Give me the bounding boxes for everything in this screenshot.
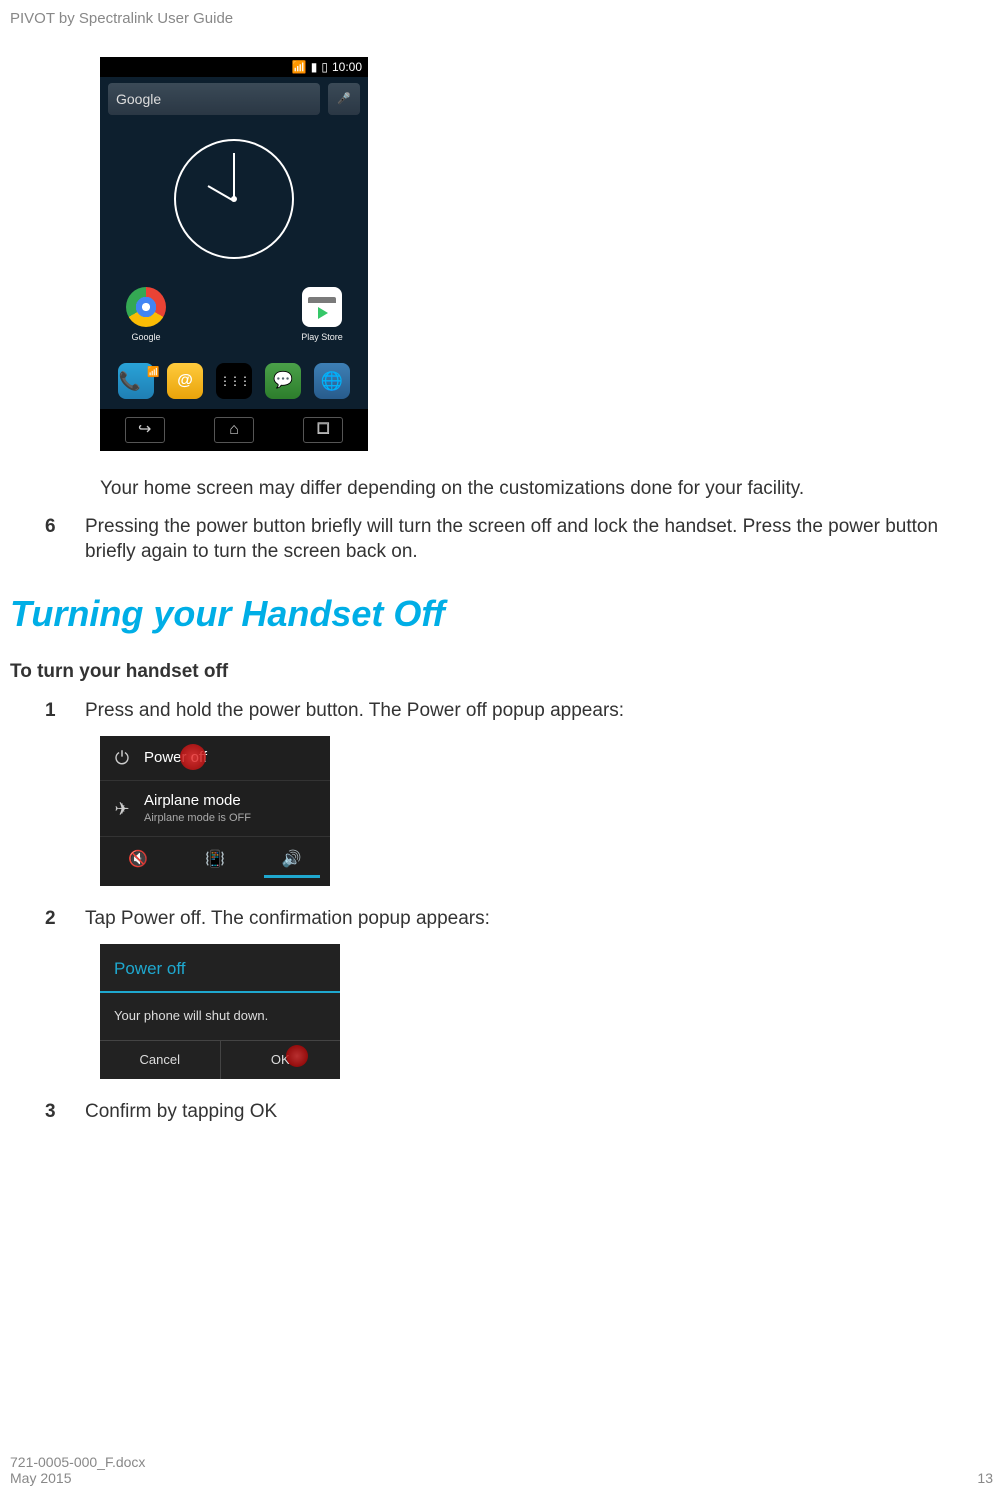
cancel-button[interactable]: Cancel <box>100 1041 221 1079</box>
app-playstore[interactable]: Play Store <box>296 287 348 343</box>
footer-left: 721-0005-000_F.docx May 2015 <box>10 1454 145 1486</box>
section-subheading: To turn your handset off <box>10 659 983 685</box>
step-1-text: Press and hold the power button. The Pow… <box>85 698 983 724</box>
airplane-mode-status: Airplane mode is OFF <box>144 811 251 826</box>
dock-phone[interactable] <box>116 363 156 399</box>
wifi-icon: 📶 <box>292 59 307 75</box>
chrome-icon <box>126 287 166 327</box>
signal-icon: ▮ <box>311 59 318 75</box>
power-menu-figure: ⏻ Power off ✈ Airplane mode Airplane mod… <box>100 736 330 886</box>
airplane-mode-row[interactable]: ✈ Airplane mode Airplane mode is OFF <box>100 781 330 837</box>
sound-vibrate-button[interactable]: 📳 <box>187 845 243 878</box>
dock-apps[interactable] <box>214 363 254 399</box>
nav-back-button[interactable] <box>125 417 165 443</box>
power-off-row[interactable]: ⏻ Power off <box>100 736 330 781</box>
play-store-icon <box>302 287 342 327</box>
status-bar: 📶 ▮ ▯ 10:00 <box>100 57 368 77</box>
airplane-icon: ✈ <box>112 797 132 821</box>
dock-browser[interactable] <box>312 363 352 399</box>
google-search-pill[interactable]: Google <box>108 83 320 115</box>
mail-icon <box>167 363 203 399</box>
airplane-mode-label: Airplane mode <box>144 791 251 811</box>
nav-home-button[interactable] <box>214 417 254 443</box>
ok-button[interactable]: OK <box>221 1041 341 1079</box>
dock-messaging[interactable] <box>263 363 303 399</box>
step-number-1: 1 <box>45 698 65 724</box>
footer-date: May 2015 <box>10 1470 145 1486</box>
app-playstore-label: Play Store <box>301 331 343 343</box>
clock-widget[interactable] <box>174 139 294 259</box>
footer-page: 13 <box>977 1470 993 1486</box>
apps-drawer-icon <box>216 363 252 399</box>
mic-icon: 🎤 <box>337 92 351 107</box>
vibrate-icon: 📳 <box>205 851 225 868</box>
section-title: Turning your Handset Off <box>10 590 983 639</box>
mute-icon: 🔇 <box>128 851 148 868</box>
touch-indicator-icon <box>286 1045 308 1067</box>
messaging-icon <box>265 363 301 399</box>
app-google[interactable]: Google <box>120 287 172 343</box>
home-screen-figure: 📶 ▮ ▯ 10:00 Google 🎤 Google <box>100 57 368 451</box>
step-number-2: 2 <box>45 906 65 932</box>
sound-mute-button[interactable]: 🔇 <box>110 845 166 878</box>
google-search-label: Google <box>116 90 161 109</box>
sound-on-button[interactable]: 🔊 <box>264 845 320 878</box>
power-icon: ⏻ <box>112 746 132 770</box>
step-number-3: 3 <box>45 1099 65 1125</box>
voice-search-button[interactable]: 🎤 <box>328 83 360 115</box>
phone-icon <box>118 363 154 399</box>
step-3-text: Confirm by tapping OK <box>85 1099 983 1125</box>
touch-indicator-icon <box>180 744 206 770</box>
step-6-text: Pressing the power button briefly will t… <box>85 514 983 565</box>
step-number-6: 6 <box>45 514 65 565</box>
browser-icon <box>314 363 350 399</box>
status-time: 10:00 <box>332 59 362 75</box>
speaker-icon: 🔊 <box>282 851 302 868</box>
step-2-text: Tap Power off. The confirmation popup ap… <box>85 906 983 932</box>
app-google-label: Google <box>131 331 160 343</box>
battery-icon: ▯ <box>321 59 328 75</box>
dock-mail[interactable] <box>165 363 205 399</box>
confirm-message: Your phone will shut down. <box>100 993 340 1041</box>
power-off-confirm-figure: Power off Your phone will shut down. Can… <box>100 944 340 1079</box>
footer-doc: 721-0005-000_F.docx <box>10 1454 145 1470</box>
home-note-text: Your home screen may differ depending on… <box>100 476 983 502</box>
nav-recents-button[interactable] <box>303 417 343 443</box>
doc-header: PIVOT by Spectralink User Guide <box>10 10 993 27</box>
confirm-title: Power off <box>100 950 340 993</box>
